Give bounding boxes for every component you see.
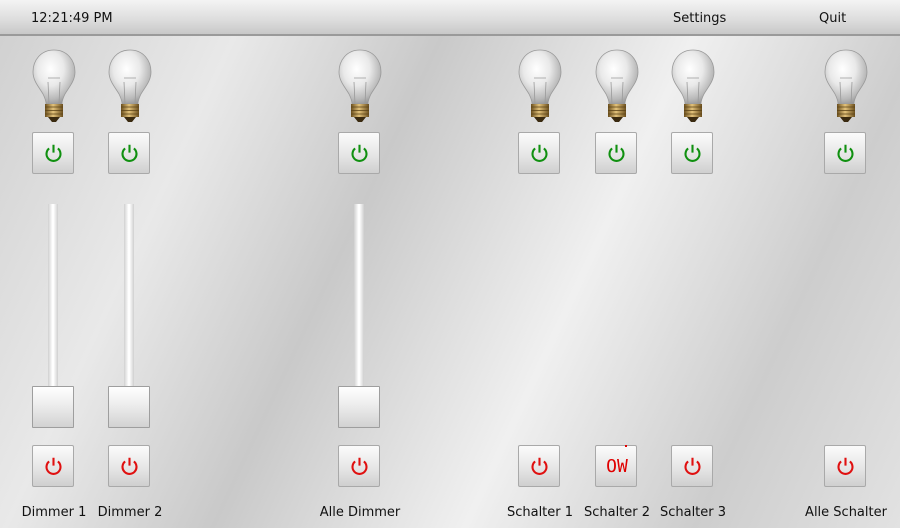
dimmer-1-slider-handle[interactable] [32, 386, 74, 428]
power-icon [837, 457, 854, 475]
dimmer-1-on-button[interactable] [32, 132, 74, 174]
lightbulb-icon [824, 49, 868, 122]
schalter-2-on-button[interactable] [595, 132, 637, 174]
schalter-2-off-button[interactable]: OW [595, 445, 637, 487]
lightbulb-icon [338, 49, 382, 122]
schalter-3-off-button[interactable] [671, 445, 713, 487]
alle-schalter-off-button[interactable] [824, 445, 866, 487]
lightbulb-icon [595, 49, 639, 122]
alle-dimmer-label: Alle Dimmer [319, 505, 401, 520]
schalter-2-off-button-text: OW [606, 456, 628, 477]
dimmer-2-off-button[interactable] [108, 445, 150, 487]
dimmer-1-slider-track[interactable] [48, 204, 58, 389]
power-icon [837, 144, 854, 162]
control-schalter-1: Schalter 1 [507, 36, 573, 528]
dimmer-2-label: Dimmer 2 [97, 505, 163, 520]
lightbulb-icon [32, 49, 76, 122]
schalter-1-off-button[interactable] [518, 445, 560, 487]
alle-schalter-label: Alle Schalter [805, 505, 887, 520]
alle-dimmer-slider-handle[interactable] [338, 386, 380, 428]
glitch-dot [625, 445, 627, 447]
power-icon [684, 144, 701, 162]
power-icon [45, 144, 62, 162]
power-icon [351, 144, 368, 162]
dimmer-2-slider-handle[interactable] [108, 386, 150, 428]
control-alle-schalter: Alle Schalter [805, 36, 887, 528]
schalter-1-on-button[interactable] [518, 132, 560, 174]
alle-schalter-on-button[interactable] [824, 132, 866, 174]
alle-dimmer-slider-track[interactable] [354, 204, 364, 389]
lightbulb-icon [671, 49, 715, 122]
power-icon [45, 457, 62, 475]
lightbulb-icon [108, 49, 152, 122]
settings-menu[interactable]: Settings [673, 11, 726, 26]
top-bar: 12:21:49 PM Settings Quit [0, 0, 900, 36]
schalter-3-label: Schalter 3 [659, 505, 727, 520]
dimmer-2-slider-track[interactable] [124, 204, 134, 389]
control-dimmer-2: Dimmer 2 [98, 36, 162, 528]
power-icon [531, 144, 548, 162]
power-icon [608, 144, 625, 162]
quit-menu[interactable]: Quit [819, 11, 846, 26]
alle-dimmer-on-button[interactable] [338, 132, 380, 174]
control-dimmer-1: Dimmer 1 [22, 36, 86, 528]
clock-time: 12:21:49 PM [31, 11, 113, 26]
power-icon [531, 457, 548, 475]
power-icon [684, 457, 701, 475]
control-alle-dimmer: Alle Dimmer [320, 36, 400, 528]
power-icon [121, 144, 138, 162]
power-icon [351, 457, 368, 475]
lightbulb-icon [518, 49, 562, 122]
control-schalter-2: OW Schalter 2 [584, 36, 650, 528]
control-schalter-3: Schalter 3 [660, 36, 726, 528]
power-icon [121, 457, 138, 475]
dimmer-1-off-button[interactable] [32, 445, 74, 487]
schalter-3-on-button[interactable] [671, 132, 713, 174]
alle-dimmer-off-button[interactable] [338, 445, 380, 487]
dimmer-2-on-button[interactable] [108, 132, 150, 174]
